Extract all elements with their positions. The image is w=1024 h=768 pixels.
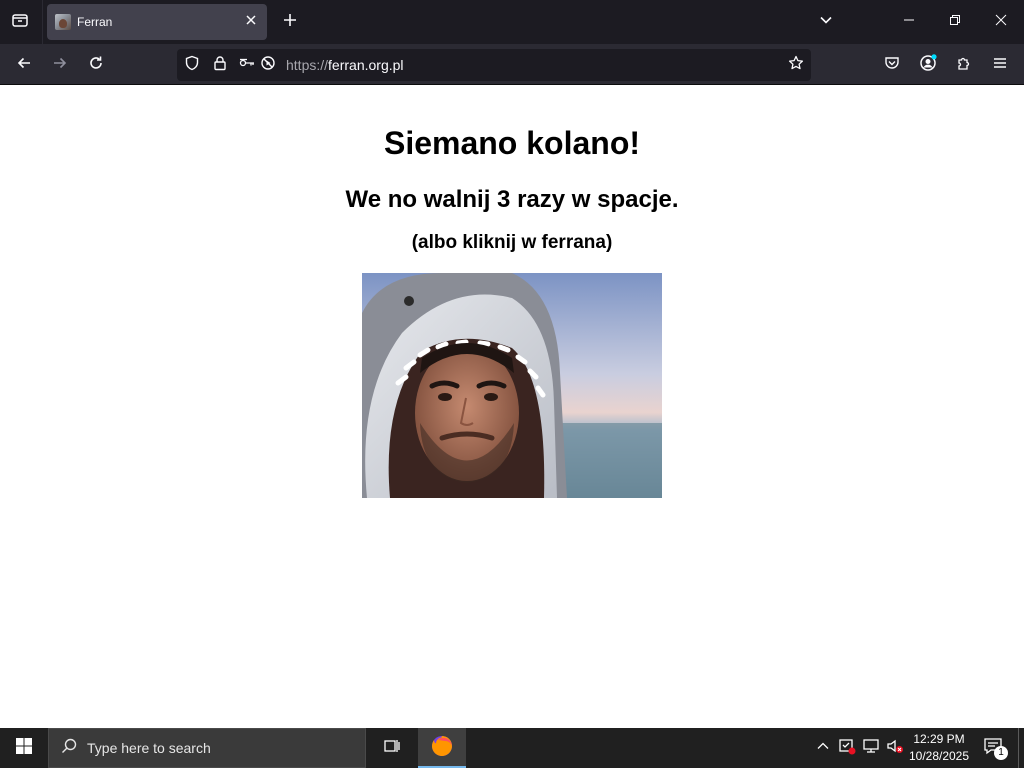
taskbar-firefox-button[interactable] [418, 728, 466, 768]
restore-button[interactable] [932, 0, 978, 44]
page-content: Siemano kolano! We no walnij 3 razy w sp… [0, 85, 1024, 728]
arrow-left-icon [16, 55, 32, 76]
new-tab-button[interactable] [276, 8, 304, 36]
minimize-button[interactable] [886, 0, 932, 44]
page-hint: (albo kliknij w ferrana) [411, 232, 613, 253]
tab-bar: Ferran [0, 0, 1024, 44]
chevron-down-icon [819, 13, 833, 32]
address-bar[interactable]: https://ferran.org.pl [177, 49, 811, 81]
clock-time: 12:29 PM [913, 732, 965, 746]
defender-tray-button[interactable] [837, 738, 857, 758]
app-menu-button[interactable] [985, 50, 1015, 80]
chevron-up-icon [816, 739, 830, 758]
close-window-button[interactable] [978, 0, 1024, 44]
hamburger-icon [992, 55, 1008, 76]
taskbar-clock[interactable]: 12:29 PM 10/28/2025 [904, 731, 974, 765]
shield-icon [184, 55, 200, 76]
arrow-right-icon [52, 55, 68, 76]
tab-separator [42, 0, 43, 44]
blocked-icon [260, 55, 276, 76]
tab-list-button[interactable] [6, 8, 34, 36]
lock-icon [212, 55, 228, 76]
star-icon [788, 55, 804, 76]
task-view-icon [383, 737, 401, 760]
url-host: ferran.org.pl [328, 57, 404, 73]
pocket-button[interactable] [877, 50, 907, 80]
clock-date: 10/28/2025 [908, 749, 970, 763]
windows-logo-icon [15, 737, 33, 760]
restore-icon [949, 13, 961, 31]
permissions-button[interactable] [237, 55, 257, 75]
back-button[interactable] [9, 50, 39, 80]
forward-button[interactable] [45, 50, 75, 80]
site-security-button[interactable] [210, 55, 230, 75]
start-button[interactable] [0, 728, 48, 768]
plus-icon [282, 12, 298, 33]
bookmark-button[interactable] [786, 55, 806, 75]
autoplay-blocked-button[interactable] [258, 55, 278, 75]
windows-taskbar: Type here to search 12:29 PM 10/28/2025 [0, 728, 1024, 768]
firefox-icon [430, 734, 454, 763]
search-icon [61, 738, 77, 759]
page-subheading: We no walnij 3 razy w spacje. [345, 186, 679, 213]
notifications-button[interactable]: 1 [978, 734, 1008, 762]
extensions-button[interactable] [949, 50, 979, 80]
volume-tray-button[interactable] [885, 738, 905, 758]
puzzle-icon [956, 55, 972, 76]
key-icon [239, 55, 255, 76]
page-heading: Siemano kolano! [383, 125, 641, 161]
url-text[interactable]: https://ferran.org.pl [286, 57, 404, 73]
pocket-icon [884, 55, 900, 76]
close-icon [995, 13, 1007, 31]
network-icon [862, 737, 880, 760]
reload-icon [88, 55, 104, 76]
tab-title: Ferran [77, 15, 113, 29]
show-hidden-icons-button[interactable] [813, 738, 833, 758]
account-button[interactable] [913, 50, 943, 80]
ferran-shark-photo[interactable] [362, 273, 662, 498]
browser-tab[interactable]: Ferran [47, 4, 267, 40]
taskbar-search-box[interactable]: Type here to search [48, 728, 366, 768]
show-desktop-button[interactable] [1018, 728, 1019, 768]
url-scheme: https:// [286, 57, 329, 73]
list-all-tabs-button[interactable] [812, 8, 840, 36]
close-icon [245, 13, 257, 31]
tab-list-icon [11, 11, 29, 34]
search-placeholder: Type here to search [87, 740, 211, 756]
minimize-icon [903, 13, 915, 31]
security-alert-icon [838, 737, 856, 760]
reload-button[interactable] [81, 50, 111, 80]
volume-muted-icon [886, 737, 904, 760]
close-tab-button[interactable] [239, 10, 263, 34]
account-icon [919, 53, 937, 77]
network-tray-button[interactable] [861, 738, 881, 758]
tab-favicon [55, 14, 71, 30]
task-view-button[interactable] [368, 728, 416, 768]
notification-count-badge: 1 [994, 746, 1008, 760]
navigation-toolbar: https://ferran.org.pl [0, 44, 1024, 85]
tracking-protection-button[interactable] [182, 55, 202, 75]
